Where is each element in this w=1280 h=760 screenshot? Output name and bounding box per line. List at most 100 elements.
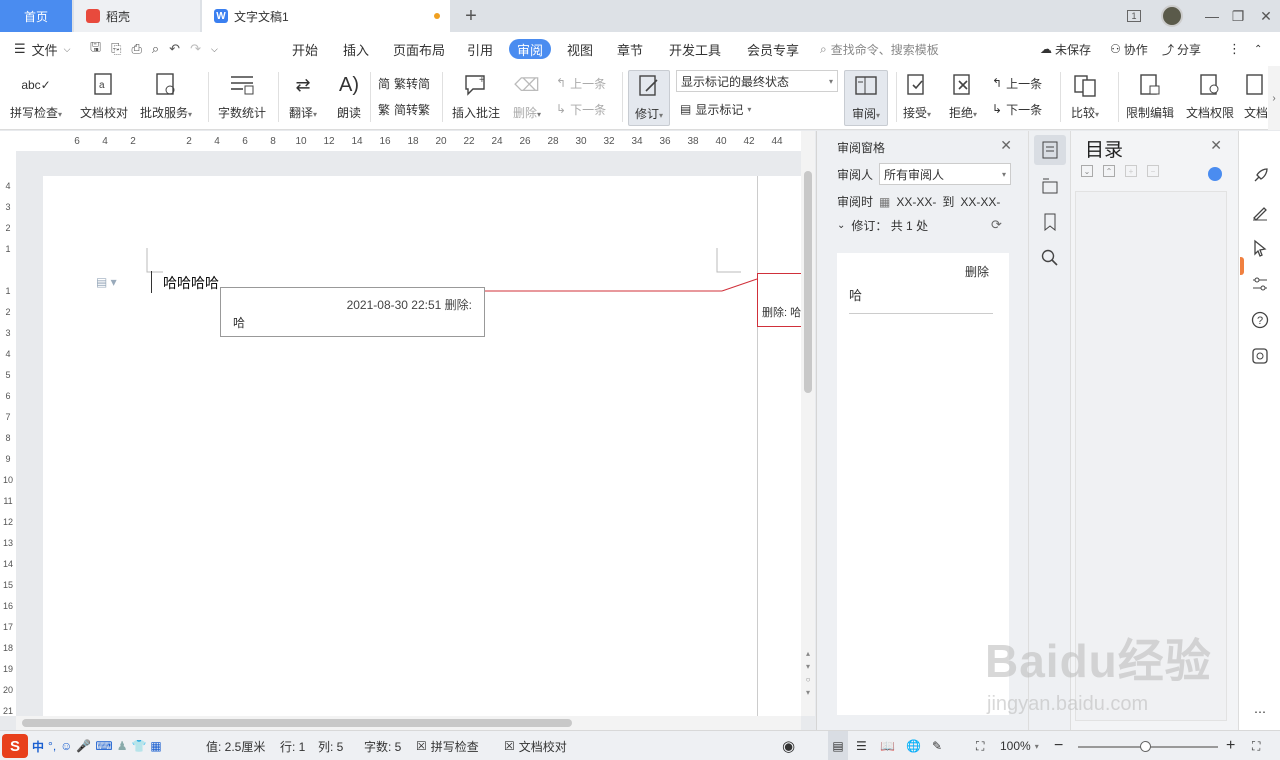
review-time-to[interactable]: XX-XX- xyxy=(960,195,1000,209)
menu-start[interactable]: 开始 xyxy=(292,32,318,66)
fullscreen-icon[interactable]: ⛶ xyxy=(1252,731,1260,760)
print-icon[interactable]: ⎙ xyxy=(131,41,141,57)
tab-document[interactable]: W 文字文稿1 xyxy=(202,0,450,32)
user-avatar[interactable] xyxy=(1156,0,1188,32)
web-view-icon[interactable]: 🌐 xyxy=(906,731,921,760)
expand-icon[interactable]: ⌄ xyxy=(1081,165,1093,177)
zoom-slider-knob[interactable] xyxy=(1140,741,1152,752)
doc-check-button[interactable]: a 文档校对 xyxy=(80,70,128,126)
menu-review[interactable]: 审阅 xyxy=(509,39,552,59)
file-menu[interactable]: ☰ 文件 ⌵ xyxy=(14,32,71,66)
save-icon[interactable]: 🖫 xyxy=(90,38,101,60)
reviewer-select[interactable]: 所有审阅人 ▾ xyxy=(879,163,1012,185)
reject-button[interactable]: 拒绝▾ xyxy=(948,70,978,126)
paragraph-options-icon[interactable]: ▤ ▾ xyxy=(96,275,117,289)
redo-icon[interactable]: ↷ xyxy=(190,41,201,57)
read-view-icon[interactable]: 📖 xyxy=(880,731,895,760)
restrict-edit-button[interactable]: 限制编辑 xyxy=(1126,70,1174,126)
word-count-indicator[interactable]: 字数: 5 xyxy=(364,731,401,760)
collapse-icon[interactable]: ⌃ xyxy=(1103,165,1115,177)
emoji-icon[interactable]: ☺ xyxy=(60,739,72,753)
backup-icon[interactable] xyxy=(1245,341,1275,371)
collaborate-button[interactable]: ⚇ 协作 xyxy=(1110,32,1148,66)
vertical-scrollbar[interactable]: ▴ ▾ ○ ▾ xyxy=(801,131,815,716)
menu-section[interactable]: 章节 xyxy=(617,32,643,66)
skin-icon[interactable]: 👕 xyxy=(131,739,146,753)
print-preview-icon[interactable]: ⌕ xyxy=(152,41,159,57)
voice-icon[interactable]: 🎤 xyxy=(76,739,91,753)
pen-icon[interactable] xyxy=(1245,197,1275,227)
more-chevron-icon[interactable]: ⌵ xyxy=(211,44,218,55)
simp-to-trad-button[interactable]: 繁 简转繁 xyxy=(378,98,430,120)
document-canvas[interactable]: ▤ ▾ 哈哈哈哈 2021-08-30 22:51 删除: 哈 删除: 哈 xyxy=(16,151,801,716)
prev-comment-button[interactable]: ↰ 上一条 xyxy=(556,72,606,94)
vertical-ruler[interactable]: 4 3 2 1 1 2 3 4 5 6 7 8 9 10 11 12 13 14 15 16 17 18 19 20 21 xyxy=(0,151,16,716)
undo-icon[interactable]: ↶ xyxy=(169,41,180,57)
prev-revision-button[interactable]: ↰ 上一条 xyxy=(992,72,1042,94)
zoom-out-button[interactable]: − xyxy=(1054,731,1063,760)
spell-check-button[interactable]: abc✓ 拼写检查▾ xyxy=(10,70,62,126)
trad-to-simp-button[interactable]: 简 繁转简 xyxy=(378,72,430,94)
new-tab-button[interactable]: + xyxy=(456,0,486,32)
toolbox-icon[interactable]: ▦ xyxy=(150,739,161,753)
zoom-slider[interactable] xyxy=(1078,741,1218,752)
user-icon[interactable]: ♟ xyxy=(117,739,128,753)
show-markup-button[interactable]: ▤ 显示标记 ▾ xyxy=(680,98,751,120)
cursor-icon[interactable] xyxy=(1245,233,1275,263)
menu-member[interactable]: 会员专享 xyxy=(747,32,799,66)
eye-protection-icon[interactable]: ◉ xyxy=(782,731,795,760)
toc-ai-icon[interactable] xyxy=(1208,167,1222,181)
calendar-icon[interactable]: ▦ xyxy=(879,195,890,209)
word-count-button[interactable]: 字数统计 xyxy=(218,70,266,126)
revision-card[interactable]: 删除 哈 xyxy=(837,253,1009,715)
menu-references[interactable]: 引用 xyxy=(467,32,493,66)
rocket-icon[interactable] xyxy=(1245,161,1275,191)
more-horizontal-icon[interactable]: ⋯ xyxy=(1245,697,1275,727)
document-page[interactable] xyxy=(43,176,801,716)
zoom-in-button[interactable]: + xyxy=(1226,731,1235,760)
remove-level-icon[interactable]: − xyxy=(1147,165,1159,177)
settings-sliders-icon[interactable] xyxy=(1245,269,1275,299)
review-button[interactable]: 审阅▾ xyxy=(844,70,888,126)
sogou-icon[interactable]: S xyxy=(2,734,28,758)
ribbon-scroll-right-icon[interactable]: › xyxy=(1268,66,1280,130)
horizontal-scrollbar[interactable] xyxy=(16,716,801,730)
menu-page-layout[interactable]: 页面布局 xyxy=(393,32,445,66)
page-view-icon[interactable]: ▤ xyxy=(828,731,848,760)
refresh-icon[interactable]: ⟳ xyxy=(991,217,1002,233)
document-text[interactable]: 哈哈哈哈 xyxy=(163,273,219,293)
tab-home[interactable]: 首页 xyxy=(0,0,72,32)
next-revision-button[interactable]: ↳ 下一条 xyxy=(992,98,1042,120)
write-view-icon[interactable]: ✎ xyxy=(932,731,942,760)
menu-insert[interactable]: 插入 xyxy=(343,32,369,66)
review-pane-close-icon[interactable]: ✕ xyxy=(1000,137,1012,154)
outline-icon[interactable] xyxy=(1034,135,1066,165)
compare-button[interactable]: 比较▾ xyxy=(1070,70,1100,126)
menu-developer[interactable]: 开发工具 xyxy=(669,32,721,66)
menu-view[interactable]: 视图 xyxy=(567,32,593,66)
toc-close-icon[interactable]: ✕ xyxy=(1210,137,1222,154)
zoom-select[interactable]: 100% ▾ xyxy=(1000,731,1039,760)
track-changes-button[interactable]: 修订▾ xyxy=(628,70,670,126)
chapter-nav-icon[interactable] xyxy=(1034,171,1066,201)
bookmark-icon[interactable] xyxy=(1034,207,1066,237)
horizontal-ruler[interactable]: 6 4 2 2 4 6 8 10 12 14 16 18 20 22 24 26 28 30 32 34 36 38 40 4… xyxy=(0,131,815,151)
translate-button[interactable]: ⇄ 翻译▾ xyxy=(288,70,318,126)
review-service-button[interactable]: 批改服务▾ xyxy=(140,70,192,126)
tab-daoke[interactable]: 稻壳 xyxy=(74,0,200,32)
collapse-ribbon-icon[interactable]: ⌃ xyxy=(1254,32,1262,66)
share-button[interactable]: ⤴ 分享 xyxy=(1162,32,1201,66)
revisions-summary[interactable]: ⌄ 修订： 共 1 处 xyxy=(837,217,928,234)
delete-comment-button[interactable]: ⌫ 删除▾ xyxy=(512,70,542,126)
doc-more-button[interactable]: 文档 xyxy=(1244,70,1268,126)
status-spell-check-button[interactable]: ☒ 拼写检查 xyxy=(416,731,479,760)
outline-view-icon[interactable]: ☰ xyxy=(856,731,867,760)
markup-state-select[interactable]: 显示标记的最终状态 ▾ xyxy=(676,70,838,92)
doc-permission-button[interactable]: 文档权限 xyxy=(1186,70,1234,126)
fit-page-icon[interactable]: ⛶ xyxy=(976,731,984,760)
review-time-from[interactable]: XX-XX- xyxy=(896,195,936,209)
export-icon[interactable]: ⎘ xyxy=(111,41,121,57)
ime-mode-icon[interactable]: 中 xyxy=(32,738,44,755)
horizontal-scroll-thumb[interactable] xyxy=(22,719,572,727)
add-level-icon[interactable]: + xyxy=(1125,165,1137,177)
